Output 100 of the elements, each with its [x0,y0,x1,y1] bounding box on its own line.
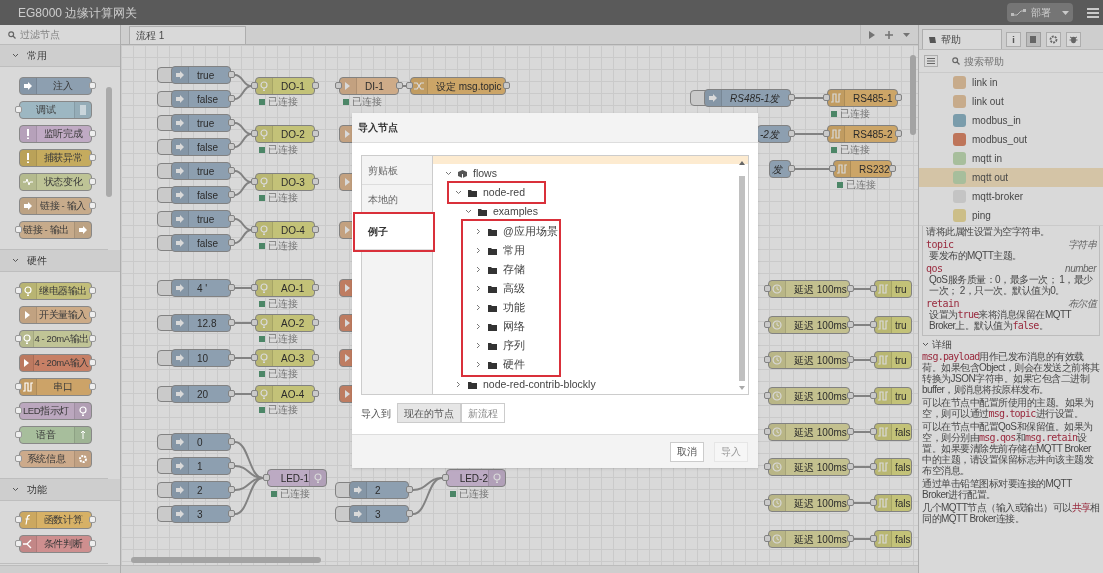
palette-node[interactable]: 4 - 20mA输入 [19,354,92,372]
tree-item[interactable]: node-red [449,183,544,202]
flow-node[interactable]: 发 [769,160,791,178]
help-search-field[interactable]: 搜索帮助 [964,53,1064,69]
tree-item[interactable]: 网络 [475,317,529,336]
flow-node[interactable]: DO-3 [255,173,315,191]
flow-node[interactable]: 2 [171,481,231,499]
flow-tab[interactable]: 流程 1 [129,26,246,44]
flow-node[interactable]: 12.8 [171,314,231,332]
palette-node[interactable]: 链接 - 输入 [19,197,92,215]
help-node-item[interactable]: link out [919,92,1103,111]
flow-node[interactable]: RS485-1发 [704,89,791,107]
flow-node[interactable]: DI-1 [339,77,399,95]
palette-category-header[interactable]: 常用 [0,45,120,67]
palette-node[interactable]: 监听完成 [19,125,92,143]
flow-node[interactable]: tru [874,280,912,298]
flow-node[interactable]: 3 [171,505,231,523]
palette-node[interactable]: 4 - 20mA输出 [19,330,92,348]
flow-node[interactable]: fals [874,530,912,548]
flow-node[interactable]: 延迟 100ms [768,351,850,369]
palette-node[interactable]: 开关量输入 [19,306,92,324]
import-source-tab[interactable]: 剪贴板 [362,156,432,185]
palette-category-header[interactable]: 硬件 [0,250,120,272]
flow-node[interactable]: AO-4 [255,385,315,403]
tree-item[interactable]: @应用场景 [475,222,562,241]
palette-node[interactable]: 语音 [19,426,92,444]
flow-node[interactable]: 1 [171,457,231,475]
flow-node[interactable]: fals [874,494,912,512]
flow-node[interactable]: 设定 msg.topic [410,77,506,95]
help-node-item[interactable]: ping [919,206,1103,225]
palette-category-header[interactable]: 功能 [0,479,120,501]
flow-node[interactable]: false [171,90,231,108]
help-node-item[interactable]: mqtt out [919,168,1103,187]
flow-node[interactable]: true [171,114,231,132]
palette-node[interactable]: 函数计算 [19,511,92,529]
help-tab[interactable]: 帮助 [922,29,1002,49]
flow-node[interactable]: true [171,66,231,84]
palette-node[interactable]: 调试 [19,101,92,119]
flow-node[interactable]: 延迟 100ms [768,458,850,476]
palette-node[interactable]: 继电器输出 [19,282,92,300]
help-node-item[interactable]: mqtt-broker [919,187,1103,206]
palette-node[interactable]: LED指示灯 [19,402,92,420]
flow-node[interactable]: LED-2 [446,469,506,487]
flow-node[interactable]: -2发 [757,125,791,143]
flow-node[interactable]: tru [874,351,912,369]
palette-node[interactable]: 注入 [19,77,92,95]
flow-node[interactable]: false [171,186,231,204]
details-heading[interactable]: 详细 [922,339,1100,350]
help-node-item[interactable]: modbus_in [919,111,1103,130]
import-target-toggle[interactable]: 现在的节点 [397,403,461,423]
palette-node[interactable]: 链接 - 输出 [19,221,92,239]
flow-node[interactable]: RS232 [833,160,892,178]
flow-node[interactable]: 延迟 100ms [768,423,850,441]
tree-item[interactable]: 功能 [475,298,529,317]
tree-item[interactable]: 常用 [475,241,529,260]
palette-node[interactable]: 串口 [19,378,92,396]
help-node-item[interactable]: link in [919,73,1103,92]
flow-node[interactable]: fals [874,423,912,441]
flow-node[interactable]: AO-1 [255,279,315,297]
flow-node[interactable]: LED-1 [267,469,327,487]
tree-item[interactable]: 硬件 [475,355,529,374]
flow-node[interactable]: DO-2 [255,125,315,143]
flow-node[interactable]: RS485-1 [827,89,898,107]
flow-node[interactable]: 2 [349,481,409,499]
flow-node[interactable]: 延迟 100ms [768,494,850,512]
palette-node[interactable]: 条件判断 [19,535,92,553]
palette-node[interactable]: 捕获异常 [19,149,92,167]
tree-item[interactable]: 序列 [475,336,529,355]
tree-item[interactable]: 高级 [475,279,529,298]
flow-node[interactable]: true [171,162,231,180]
flow-node[interactable]: 3 [349,505,409,523]
flow-node[interactable]: 10 [171,349,231,367]
flow-node[interactable]: AO-3 [255,349,315,367]
flow-node[interactable]: fals [874,458,912,476]
dialog-button[interactable]: 取消 [670,441,704,462]
flow-node[interactable]: 4 ' [171,279,231,297]
flow-node[interactable]: 延迟 100ms [768,316,850,334]
flow-node[interactable]: DO-4 [255,221,315,239]
help-node-item[interactable]: mqtt in [919,149,1103,168]
flow-node[interactable]: DO-1 [255,77,315,95]
import-source-tab[interactable]: 例子 [355,214,433,250]
filter-nodes-field[interactable]: 过滤节点 [20,27,110,42]
flow-node[interactable]: 20 [171,385,231,403]
help-node-item[interactable]: modbus_out [919,130,1103,149]
palette-node[interactable]: 系统信息 [19,450,92,468]
flow-node[interactable]: 延迟 100ms [768,530,850,548]
flow-node[interactable]: tru [874,387,912,405]
flow-node[interactable]: false [171,138,231,156]
tree-item[interactable]: flows [445,164,501,183]
flow-node[interactable]: AO-2 [255,314,315,332]
tree-item[interactable]: examples [465,202,542,221]
tree-item[interactable]: 存储 [475,260,529,279]
flow-node[interactable]: 延迟 100ms [768,387,850,405]
flow-node[interactable]: 延迟 100ms [768,280,850,298]
tree-item[interactable]: node-red-contrib-blockly [455,375,600,394]
flow-node[interactable]: RS485-2 [827,125,898,143]
flow-node[interactable]: 0 [171,433,231,451]
palette-node[interactable]: 状态变化 [19,173,92,191]
import-target-toggle[interactable]: 新流程 [461,403,505,423]
flow-node[interactable]: true [171,210,231,228]
